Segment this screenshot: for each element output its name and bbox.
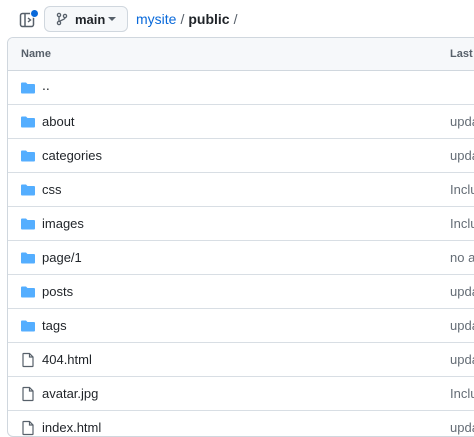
table-row[interactable]: index.html upda: [8, 411, 474, 436]
file-icon: [20, 420, 36, 436]
table-row[interactable]: categories upda: [8, 139, 474, 173]
file-name-link[interactable]: page/1: [42, 250, 82, 265]
table-row[interactable]: tags upda: [8, 309, 474, 343]
breadcrumb-trailing-separator: /: [233, 11, 238, 27]
commit-message-link[interactable]: Inclu: [450, 386, 474, 401]
commit-message-link[interactable]: Inclu: [450, 182, 474, 197]
file-name-link[interactable]: 404.html: [42, 352, 92, 367]
table-row[interactable]: about upda: [8, 105, 474, 139]
commit-message-link[interactable]: upda: [450, 284, 474, 299]
breadcrumb-current-folder: public: [188, 11, 230, 27]
commit-message-link[interactable]: upda: [450, 352, 474, 367]
commit-message-link[interactable]: no ar: [450, 250, 474, 265]
file-name-link[interactable]: categories: [42, 148, 102, 163]
file-icon: [20, 352, 36, 368]
file-name-link[interactable]: index.html: [42, 420, 101, 435]
commit-message-link[interactable]: upda: [450, 318, 474, 333]
branch-selector-button[interactable]: main: [44, 6, 128, 32]
file-name-link[interactable]: posts: [42, 284, 73, 299]
notification-dot: [30, 9, 39, 18]
table-row[interactable]: images Inclu: [8, 207, 474, 241]
breadcrumb-repo-link[interactable]: mysite: [136, 11, 176, 27]
file-list: about upda categories upda css Inclu images Inc…: [8, 105, 474, 436]
chevron-down-icon: [108, 17, 116, 21]
commit-message-link[interactable]: upda: [450, 420, 474, 435]
commit-message-link[interactable]: Inclu: [450, 216, 474, 231]
file-name-link[interactable]: images: [42, 216, 84, 231]
top-bar: main mysite / public /: [0, 0, 474, 38]
file-name-link[interactable]: about: [42, 114, 75, 129]
table-row[interactable]: css Inclu: [8, 173, 474, 207]
file-table: Name Last c .. about upda categories upda cs…: [7, 37, 474, 437]
parent-directory-link[interactable]: ..: [42, 77, 50, 93]
table-row[interactable]: 404.html upda: [8, 343, 474, 377]
folder-icon: [20, 114, 36, 130]
folder-icon: [20, 284, 36, 300]
branch-name: main: [75, 11, 106, 27]
folder-icon: [20, 250, 36, 266]
table-row[interactable]: page/1 no ar: [8, 241, 474, 275]
folder-icon: [20, 148, 36, 164]
table-row[interactable]: avatar.jpg Inclu: [8, 377, 474, 411]
file-name-link[interactable]: css: [42, 182, 62, 197]
column-header-name: Name: [21, 48, 51, 60]
commit-message-link[interactable]: upda: [450, 148, 474, 163]
commit-message-link[interactable]: upda: [450, 114, 474, 129]
parent-directory-row[interactable]: ..: [8, 71, 474, 105]
file-name-link[interactable]: avatar.jpg: [42, 386, 98, 401]
column-header-last-commit: Last c: [450, 48, 474, 60]
breadcrumb-separator: /: [180, 11, 185, 27]
folder-icon: [20, 182, 36, 198]
table-row[interactable]: posts upda: [8, 275, 474, 309]
folder-icon: [20, 216, 36, 232]
file-icon: [20, 386, 36, 402]
folder-icon: [20, 80, 36, 96]
folder-icon: [20, 318, 36, 334]
table-header: Name Last c: [8, 38, 474, 71]
git-branch-icon: [55, 12, 69, 26]
breadcrumb: mysite / public /: [136, 11, 241, 27]
file-name-link[interactable]: tags: [42, 318, 67, 333]
